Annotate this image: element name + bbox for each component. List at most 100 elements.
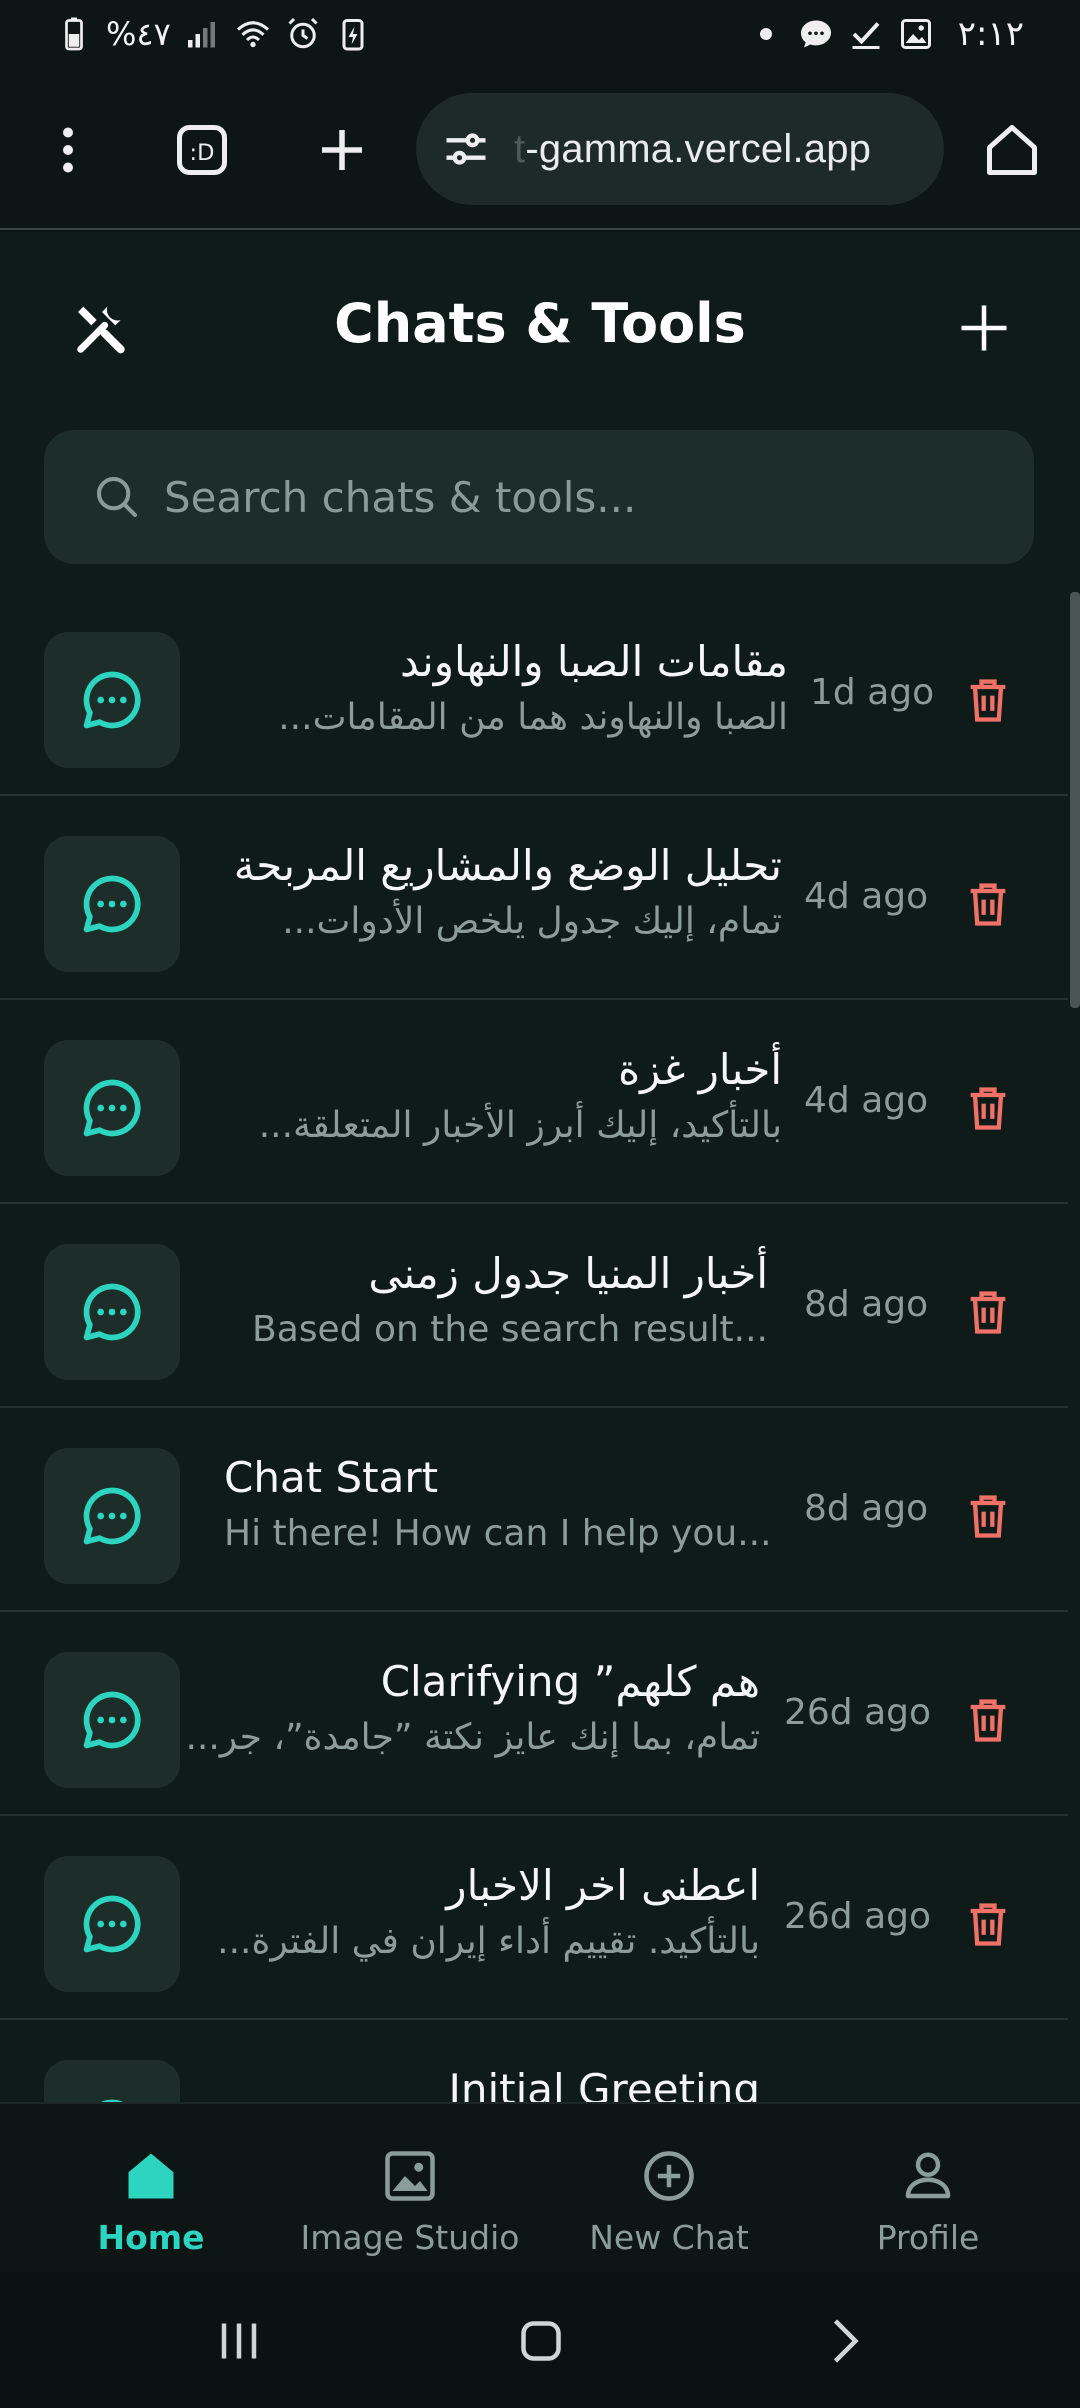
chat-text: Chat Start Hi there! How can I help you.… [224,1450,772,1562]
system-nav-bar [0,2272,1080,2408]
chat-list[interactable]: مقامات الصبا والنهاوند الصبا والنهاوند ه… [0,592,1080,2102]
chat-row[interactable]: تحليل الوضع والمشاريع المربحة تمام، إليك… [0,796,1068,1000]
chat-preview: تمام، بما إنك عايز نكتة ”جامدة”، جر... [185,1717,760,1758]
nav-image-studio[interactable]: Image Studio [275,2104,545,2274]
chat-title: مقامات الصبا والنهاوند [399,637,788,686]
chat-time: 26d ago [784,1692,932,1733]
android-home-icon [521,2321,561,2361]
message-icon [798,16,834,52]
chat-preview: Hi there! How can I help you... [224,1513,772,1554]
alarm-icon [285,16,321,52]
chat-preview: الصبا والنهاوند هما من المقامات... [278,697,788,738]
chat-preview: بالتأكيد. تقييم أداء إيران في الفترة... [217,1921,760,1962]
trash-icon[interactable] [962,674,1014,726]
chat-title: اعطنى اخر الاخبار [446,1861,760,1910]
chat-bubble-icon [83,875,141,933]
nav-new-chat[interactable]: New Chat [534,2104,804,2274]
chat-row[interactable]: Initial Greeting [0,2020,1068,2102]
chevron-right-icon [833,2319,859,2363]
chat-title: هم كلهم” Clarifying [380,1657,760,1706]
status-time: ٢:١٢ [957,14,1024,54]
chat-text: اعطنى اخر الاخبار بالتأكيد. تقييم أداء إ… [217,1858,760,1970]
chat-time: 1d ago [810,672,935,713]
chat-title: Chat Start [224,1453,439,1502]
chat-text: Initial Greeting [448,2062,760,2102]
chat-bubble-icon [83,1691,141,1749]
chat-icon-box [44,2060,180,2102]
chat-icon-box [44,1856,180,1992]
nav-profile[interactable]: Profile [793,2104,1063,2274]
battery-saver-icon [335,16,371,52]
chat-icon-box [44,632,180,768]
new-tab-button[interactable] [300,108,384,192]
chat-row[interactable]: مقامات الصبا والنهاوند الصبا والنهاوند ه… [0,592,1068,796]
chat-title: Initial Greeting [448,2065,760,2102]
svg-text::D: :D [190,140,215,166]
image-icon [898,16,934,52]
trash-icon[interactable] [962,1286,1014,1338]
app-header: Chats & Tools [0,232,1080,426]
chat-text: أخبار المنيا جدول زمنى Based on the sear… [252,1246,768,1358]
site-settings-icon[interactable] [440,123,492,175]
chat-bubble-icon [83,1895,141,1953]
home-icon [128,2153,174,2199]
chat-icon-box [44,1040,180,1176]
plus-circle-icon [644,2151,694,2201]
tabs-icon: :D [177,125,227,175]
chat-row[interactable]: Chat Start Hi there! How can I help you.… [0,1408,1068,1612]
home-button[interactable] [970,108,1054,192]
battery-icon [56,16,92,52]
recent-apps-icon [221,2323,257,2359]
search-box[interactable] [44,430,1034,564]
status-right: ٢:١٢ [748,14,1024,54]
status-left: %٤٧ [56,15,371,53]
recent-apps-button[interactable] [204,2306,274,2376]
chat-preview: تمام، إليك جدول يلخص الأدوات... [282,901,782,942]
chat-bubble-icon [83,671,141,729]
signal-icon [185,16,221,52]
bottom-nav: Home Image Studio New Chat Profile [0,2102,1080,2272]
chat-icon-box [44,1652,180,1788]
wifi-icon [235,16,271,52]
chat-row[interactable]: هم كلهم” Clarifying تمام، بما إنك عايز ن… [0,1612,1068,1816]
chat-bubble-icon [100,2099,124,2102]
home-outline-icon [987,125,1037,175]
address-bar[interactable]: t-gamma.vercel.app [416,93,944,205]
search-icon [96,476,138,518]
tab-switcher-button[interactable]: :D [160,108,244,192]
chat-row[interactable]: أخبار غزة بالتأكيد، إليك أبرز الأخبار ال… [0,1000,1068,1204]
chat-row[interactable]: أخبار المنيا جدول زمنى Based on the sear… [0,1204,1068,1408]
battery-percent: %٤٧ [106,15,171,53]
trash-icon[interactable] [962,1082,1014,1134]
browser-menu-button[interactable] [26,108,110,192]
nav-home-label: Home [97,2218,205,2257]
chat-title: أخبار غزة [618,1045,782,1094]
url-faded-prefix: t [514,126,526,171]
trash-icon[interactable] [962,1694,1014,1746]
nav-new-chat-label: New Chat [589,2218,749,2257]
dot-icon [748,16,784,52]
trash-icon[interactable] [962,878,1014,930]
chat-time: 8d ago [804,1488,929,1529]
new-chat-plus-icon[interactable] [954,298,1014,358]
plus-icon [322,130,362,170]
chat-row[interactable]: اعطنى اخر الاخبار بالتأكيد. تقييم أداء إ… [0,1816,1068,2020]
chat-icon-box [44,1244,180,1380]
chat-icon-box [44,836,180,972]
nav-image-studio-label: Image Studio [300,2218,520,2257]
trash-icon[interactable] [962,1490,1014,1542]
chat-time: 8d ago [804,1284,929,1325]
nav-profile-label: Profile [876,2218,980,2257]
nav-home[interactable]: Home [16,2104,286,2274]
search-input[interactable] [164,472,984,522]
chat-text: أخبار غزة بالتأكيد، إليك أبرز الأخبار ال… [259,1042,782,1154]
chat-time: 4d ago [804,876,929,917]
chat-text: تحليل الوضع والمشاريع المربحة تمام، إليك… [234,838,782,950]
chat-time: 4d ago [804,1080,929,1121]
scrollbar[interactable] [1070,592,1080,1008]
chat-text: هم كلهم” Clarifying تمام، بما إنك عايز ن… [185,1654,760,1766]
image-icon [385,2151,435,2201]
back-button[interactable] [808,2306,878,2376]
android-home-button[interactable] [506,2306,576,2376]
trash-icon[interactable] [962,1898,1014,1950]
